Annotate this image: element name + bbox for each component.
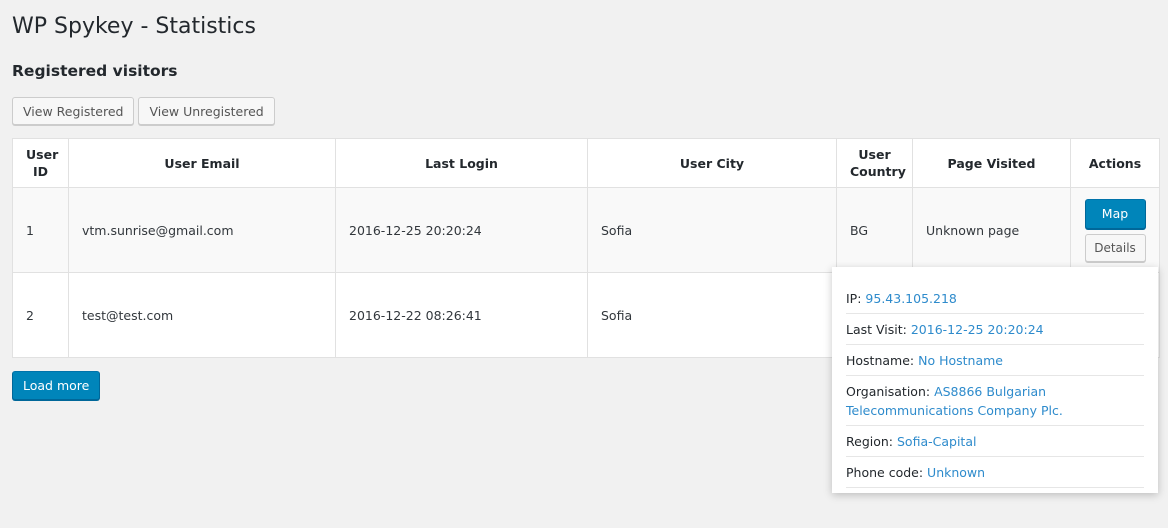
cell-last-login: 2016-12-22 08:26:41 [335,272,588,358]
cell-page: Unknown page [912,187,1071,273]
cell-actions: Map Details [1070,187,1160,273]
column-header-page[interactable]: Page Visited [912,138,1071,188]
detail-organisation: Organisation: AS8866 Bulgarian Telecommu… [846,376,1144,426]
detail-value: 95.43.105.218 [865,291,957,306]
detail-phone-code: Phone code: Unknown [846,457,1144,488]
column-header-country[interactable]: User Country [836,138,913,188]
detail-label: Organisation: [846,384,931,399]
detail-region: Region: Sofia-Capital [846,426,1144,457]
cell-country: BG [836,187,913,273]
cell-city: Sofia [587,187,837,273]
detail-label: Phone code: [846,465,924,480]
detail-label: Hostname: [846,353,915,368]
visitor-details-popup: IP: 95.43.105.218 Last Visit: 2016-12-25… [832,267,1158,493]
detail-hostname: Hostname: No Hostname [846,345,1144,376]
cell-city: Sofia [587,272,837,358]
detail-label: Last Visit: [846,322,907,337]
table-header-row: User ID User Email Last Login User City … [12,138,1160,188]
page-title: WP Spykey - Statistics [12,14,256,39]
cell-user-id: 1 [12,187,69,273]
load-more-button[interactable]: Load more [12,371,101,400]
detail-ip: IP: 95.43.105.218 [846,283,1144,314]
detail-value: Unknown [927,465,986,480]
cell-last-login: 2016-12-25 20:20:24 [335,187,588,273]
detail-value: Sofia-Capital [897,434,977,449]
view-unregistered-button[interactable]: View Unregistered [138,97,275,125]
cell-email: vtm.sunrise@gmail.com [68,187,336,273]
cell-user-id: 2 [12,272,69,358]
column-header-email[interactable]: User Email [68,138,336,188]
column-header-last-login[interactable]: Last Login [335,138,588,188]
column-header-actions: Actions [1070,138,1160,188]
detail-label: IP: [846,291,862,306]
details-button[interactable]: Details [1084,233,1146,262]
view-registered-button[interactable]: View Registered [12,97,135,125]
map-button[interactable]: Map [1084,198,1146,229]
detail-value: 2016-12-25 20:20:24 [910,322,1044,337]
view-toggle-group: View Registered View Unregistered [12,97,275,125]
table-row: 1 vtm.sunrise@gmail.com 2016-12-25 20:20… [12,187,1160,273]
column-header-user-id[interactable]: User ID [12,138,69,188]
detail-value: No Hostname [918,353,1003,368]
detail-last-visit: Last Visit: 2016-12-25 20:20:24 [846,314,1144,345]
detail-label: Region: [846,434,894,449]
column-header-city[interactable]: User City [587,138,837,188]
section-title: Registered visitors [12,62,178,80]
cell-email: test@test.com [68,272,336,358]
